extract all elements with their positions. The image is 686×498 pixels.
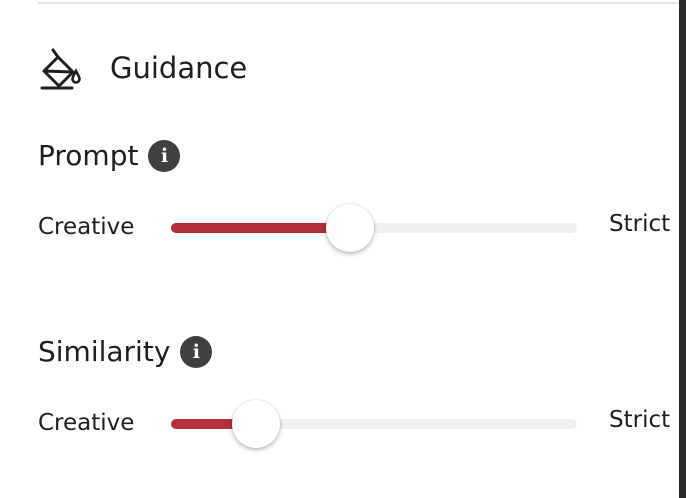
similarity-slider-thumb[interactable] bbox=[232, 400, 280, 448]
info-icon[interactable]: i bbox=[180, 336, 213, 368]
window-edge bbox=[679, 0, 686, 498]
similarity-heading: Similarity i bbox=[38, 332, 213, 372]
similarity-min-label: Creative bbox=[38, 410, 135, 436]
prompt-label: Prompt bbox=[38, 139, 139, 172]
section-title: Guidance bbox=[110, 51, 248, 85]
prompt-heading: Prompt i bbox=[38, 136, 181, 176]
prompt-slider-thumb[interactable] bbox=[326, 204, 374, 252]
prompt-min-label: Creative bbox=[38, 214, 135, 240]
similarity-max-label: Strict bbox=[609, 407, 671, 433]
info-icon[interactable]: i bbox=[148, 140, 181, 172]
guidance-section-header: Guidance bbox=[38, 44, 247, 92]
similarity-slider: Creative Strict bbox=[38, 399, 686, 449]
similarity-label: Similarity bbox=[38, 335, 171, 368]
prompt-slider-track[interactable] bbox=[171, 223, 577, 233]
top-divider bbox=[38, 2, 686, 4]
prompt-slider: Creative Strict bbox=[38, 203, 686, 253]
guidance-panel: Guidance Prompt i Creative Strict Simila… bbox=[0, 0, 686, 498]
paint-bucket-icon bbox=[40, 48, 81, 90]
prompt-max-label: Strict bbox=[609, 211, 671, 237]
prompt-slider-fill bbox=[171, 223, 350, 233]
